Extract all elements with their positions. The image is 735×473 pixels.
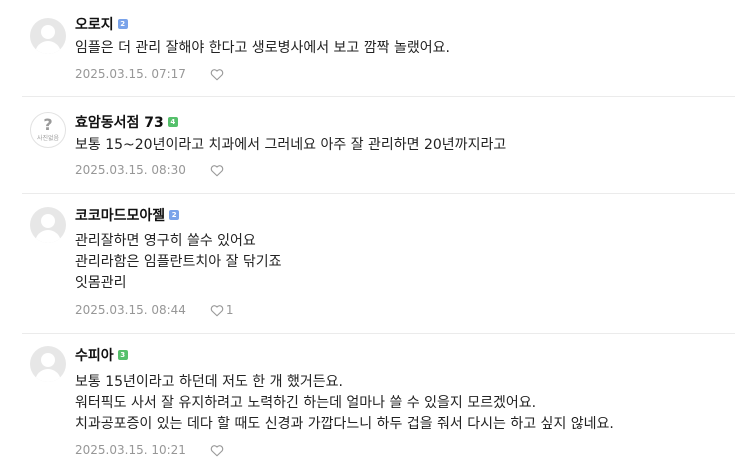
comment-text: 관리잘하면 영구히 쓸수 있어요 관리라함은 임플란트치아 잘 닦기죠 잇몸관리 [75,233,282,291]
heart-icon[interactable] [210,68,224,81]
heart-icon[interactable] [210,444,224,457]
level-badge-icon: 4 [167,117,178,127]
comment-nickname[interactable]: 오로지 [75,14,114,34]
comment-divider [22,193,735,194]
avatar-default-icon[interactable] [30,207,66,243]
comment-text: 임플은 더 관리 잘해야 한다고 생로병사에서 보고 깜짝 놀랬어요. [75,40,450,56]
level-badge-icon: 2 [169,210,180,220]
avatar-no-photo[interactable]: ? 사진없음 [30,112,66,148]
level-badge-icon: 2 [117,19,128,29]
comment-divider [22,333,735,334]
heart-icon[interactable] [210,304,224,317]
comment-date: 2025.03.15. 08:44 [75,303,186,317]
comment-divider [22,96,735,97]
comment-date: 2025.03.15. 10:21 [75,443,186,457]
heart-icon[interactable] [210,164,224,177]
avatar-default-icon[interactable] [30,18,66,54]
comment-date: 2025.03.15. 07:17 [75,67,186,81]
avatar-default-icon[interactable] [30,346,66,382]
level-badge-icon: 3 [117,350,128,360]
comment-text: 보통 15년이라고 하던데 저도 한 개 했거든요. 워터픽도 사서 잘 유지하… [75,374,614,432]
comment-nickname[interactable]: 효암동서점 73 [75,112,164,132]
like-count: 1 [225,303,234,317]
comment-date: 2025.03.15. 08:30 [75,163,186,177]
comment-text: 보통 15~20년이라고 치과에서 그러네요 아주 잘 관리하면 20년까지라고 [75,137,507,153]
comment-nickname[interactable]: 수피아 [75,345,114,365]
comment-nickname[interactable]: 코코마드모아젤 [75,205,165,225]
question-mark-icon: ? [43,115,53,134]
